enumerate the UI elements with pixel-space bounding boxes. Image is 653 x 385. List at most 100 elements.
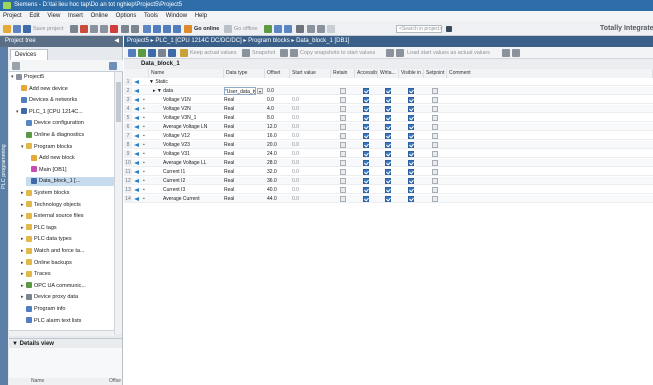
- cell-start-value[interactable]: 0.0: [292, 159, 333, 167]
- writable-checkbox[interactable]: [385, 115, 391, 121]
- col-retain-header[interactable]: Retain: [331, 69, 355, 78]
- snapshot-icon[interactable]: [242, 49, 250, 57]
- tree-item[interactable]: Add new block: [26, 154, 114, 163]
- cell-name[interactable]: ▸ ▼ data: [153, 87, 224, 95]
- go-offline-icon[interactable]: [224, 25, 232, 33]
- cell-start-value[interactable]: 0.0: [292, 114, 333, 122]
- cell-start-value[interactable]: [292, 78, 333, 86]
- setpoint-checkbox[interactable]: [432, 187, 438, 193]
- cell-start-value[interactable]: 0.0: [292, 96, 333, 104]
- menu-edit[interactable]: Edit: [29, 13, 39, 19]
- maximize-icon[interactable]: [327, 25, 335, 33]
- tree-item[interactable]: ▸ Watch and force ta...: [21, 247, 114, 256]
- cell-start-value[interactable]: 0.0: [292, 186, 333, 194]
- retain-checkbox[interactable]: [340, 133, 346, 139]
- delete-icon[interactable]: [110, 25, 118, 33]
- visible-checkbox[interactable]: [408, 160, 414, 166]
- collapse-all-icon[interactable]: [158, 49, 166, 57]
- setpoint-checkbox[interactable]: [432, 133, 438, 139]
- accessible-checkbox[interactable]: [363, 160, 369, 166]
- cell-data-type[interactable]: Real: [224, 123, 265, 131]
- extra-tool-icon[interactable]: [502, 49, 510, 57]
- copy-icon[interactable]: [90, 25, 98, 33]
- retain-checkbox[interactable]: [340, 106, 346, 112]
- insert-row-icon[interactable]: [128, 49, 136, 57]
- setpoint-checkbox[interactable]: [432, 178, 438, 184]
- accessible-checkbox[interactable]: [363, 97, 369, 103]
- tree-item[interactable]: Main [OB1]: [26, 166, 114, 175]
- cell-data-type[interactable]: Real: [224, 150, 265, 158]
- plc-programming-tab[interactable]: PLC programming: [0, 117, 8, 217]
- writable-checkbox[interactable]: [385, 169, 391, 175]
- writable-checkbox[interactable]: [385, 142, 391, 148]
- setpoint-checkbox[interactable]: [432, 169, 438, 175]
- accessible-checkbox[interactable]: [363, 178, 369, 184]
- stop-cpu-icon[interactable]: [284, 25, 292, 33]
- visible-checkbox[interactable]: [408, 142, 414, 148]
- tree-item[interactable]: ▸ System blocks: [21, 189, 114, 198]
- tree-options-icon[interactable]: [109, 62, 117, 70]
- tree-item[interactable]: Devices & networks: [16, 96, 114, 105]
- tree-item[interactable]: Data_block_1 [...: [26, 177, 114, 187]
- menu-window[interactable]: Window: [166, 13, 187, 19]
- start-cpu-icon[interactable]: [274, 25, 282, 33]
- menu-help[interactable]: Help: [195, 13, 207, 19]
- menu-view[interactable]: View: [47, 13, 60, 19]
- table-row[interactable]: 2 ▸ ▼ data"User_data_type...▾ 0.0: [124, 87, 653, 95]
- tree-item[interactable]: ▾ PLC_1 [CPU 1214C...: [16, 108, 114, 117]
- cell-start-value[interactable]: 0.0: [292, 132, 333, 140]
- accessible-checkbox[interactable]: [363, 115, 369, 121]
- accessible-checkbox[interactable]: [363, 196, 369, 202]
- cell-start-value[interactable]: 0.0: [292, 195, 333, 203]
- writable-checkbox[interactable]: [385, 160, 391, 166]
- setpoint-checkbox[interactable]: [432, 88, 438, 94]
- table-row[interactable]: 9 ▪ Voltage V31 Real 24.0 0.0: [124, 150, 653, 158]
- undo-icon[interactable]: [121, 25, 129, 33]
- project-search-input[interactable]: <Search in project>: [396, 25, 442, 33]
- visible-checkbox[interactable]: [408, 178, 414, 184]
- collapse-panel-icon[interactable]: ◀: [114, 36, 119, 47]
- monitor-all-icon[interactable]: [168, 49, 176, 57]
- visible-checkbox[interactable]: [408, 124, 414, 130]
- data-type-dropdown-icon[interactable]: ▾: [257, 88, 263, 94]
- table-view-icon[interactable]: [12, 62, 20, 70]
- cell-data-type[interactable]: Real: [224, 159, 265, 167]
- retain-checkbox[interactable]: [340, 88, 346, 94]
- col-visible-header[interactable]: Visible in ...: [399, 69, 424, 78]
- visible-checkbox[interactable]: [408, 115, 414, 121]
- cell-data-type[interactable]: Real: [224, 105, 265, 113]
- writable-checkbox[interactable]: [385, 178, 391, 184]
- col-offset-header[interactable]: Offset: [265, 69, 290, 78]
- go-online-button[interactable]: Go online: [194, 22, 219, 36]
- accessible-checkbox[interactable]: [363, 187, 369, 193]
- cell-start-value[interactable]: [292, 87, 333, 95]
- keep-actual-icon[interactable]: [180, 49, 188, 57]
- retain-checkbox[interactable]: [340, 97, 346, 103]
- visible-checkbox[interactable]: [408, 169, 414, 175]
- retain-checkbox[interactable]: [340, 187, 346, 193]
- table-row[interactable]: 14 ▪ Average Current Real 44.0 0.0: [124, 195, 653, 203]
- writable-checkbox[interactable]: [385, 88, 391, 94]
- writable-checkbox[interactable]: [385, 124, 391, 130]
- visible-checkbox[interactable]: [408, 106, 414, 112]
- writable-checkbox[interactable]: [385, 133, 391, 139]
- col-name-header[interactable]: Name: [149, 69, 224, 78]
- tree-vertical-scrollbar[interactable]: [114, 72, 122, 334]
- retain-checkbox[interactable]: [340, 160, 346, 166]
- accessible-checkbox[interactable]: [363, 133, 369, 139]
- table-row[interactable]: 5 ▪ Voltage V3N_1 Real 8.0 0.0: [124, 114, 653, 122]
- retain-checkbox[interactable]: [340, 151, 346, 157]
- writable-checkbox[interactable]: [385, 151, 391, 157]
- cell-data-type[interactable]: Real: [224, 114, 265, 122]
- devices-tab[interactable]: Devices: [10, 49, 48, 60]
- compile-icon[interactable]: [143, 25, 151, 33]
- writable-checkbox[interactable]: [385, 97, 391, 103]
- visible-checkbox[interactable]: [408, 187, 414, 193]
- col-setpoint-header[interactable]: Setpoint: [424, 69, 447, 78]
- add-row-icon[interactable]: [138, 49, 146, 57]
- writable-checkbox[interactable]: [385, 196, 391, 202]
- tree-item[interactable]: ▾ Project5: [11, 73, 114, 82]
- load-start-values-button[interactable]: Load start values as actual values: [407, 47, 490, 59]
- save-icon[interactable]: [23, 25, 31, 33]
- upload-icon[interactable]: [163, 25, 171, 33]
